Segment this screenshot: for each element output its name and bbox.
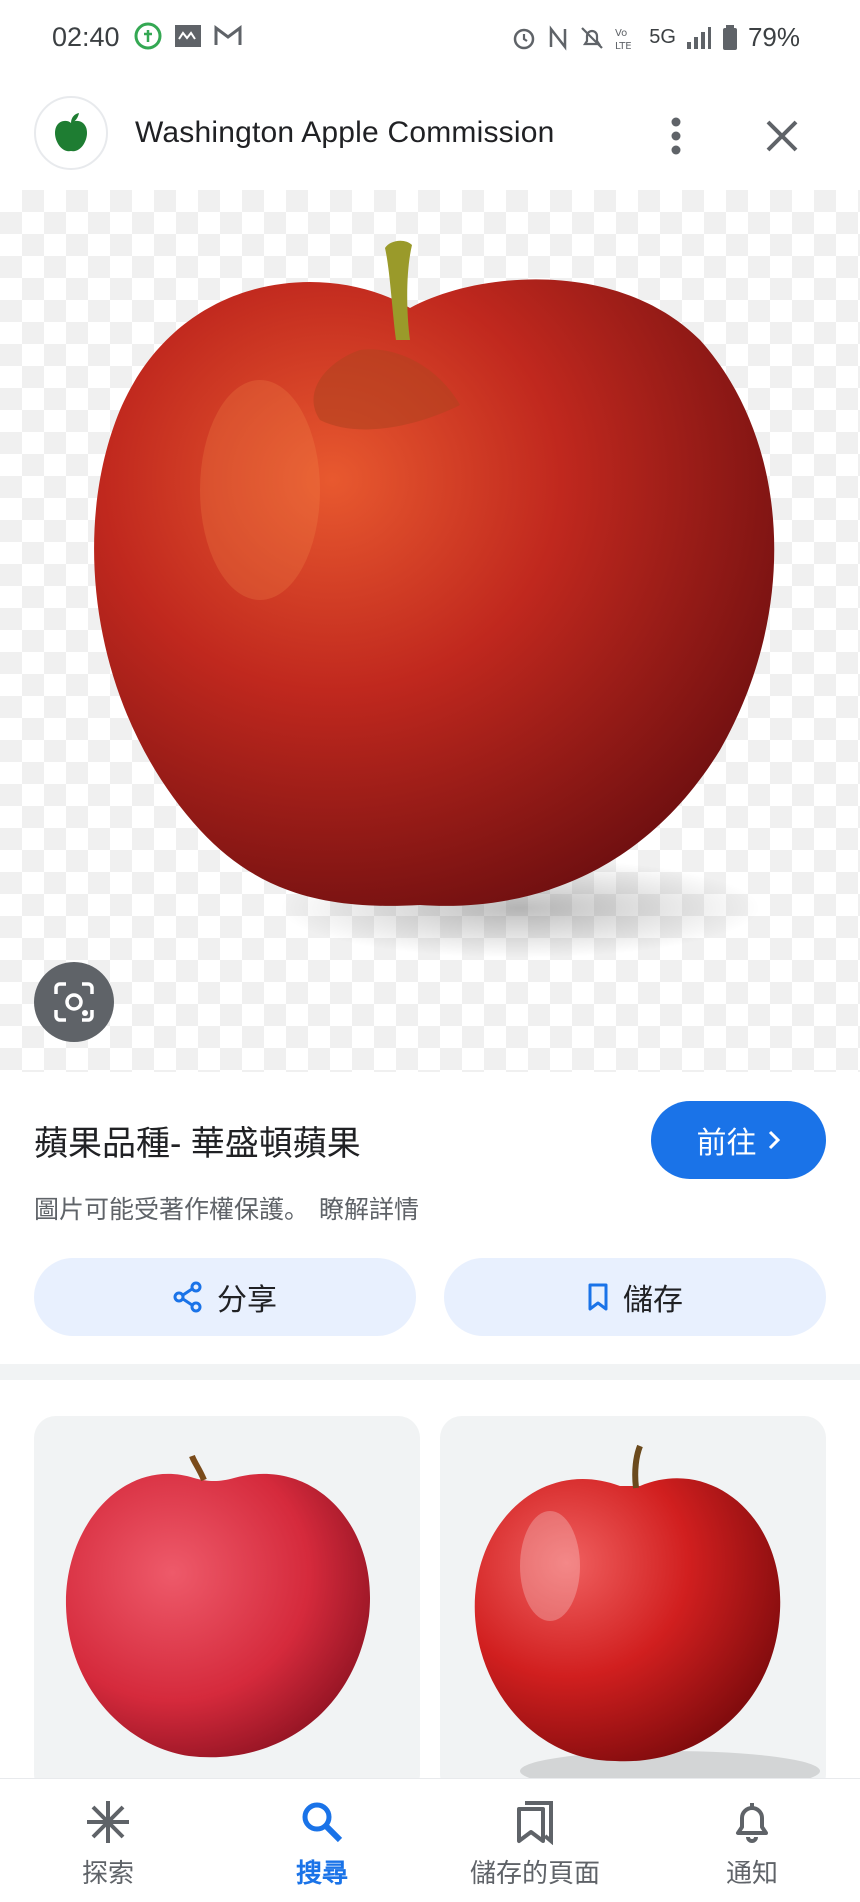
network-type: 5G [649, 26, 676, 48]
apple-thumbnail [474, 1444, 820, 1791]
nav-saved-label: 儲存的頁面 [469, 1858, 600, 1888]
notification-icons [134, 22, 242, 50]
asterisk-icon [87, 1801, 129, 1843]
share-icon [173, 1281, 202, 1313]
status-time: 02:40 [52, 22, 120, 52]
save-label: 儲存 [623, 1284, 683, 1317]
system-status: Vo LTE 5G 79% [511, 22, 800, 53]
image-title: 蘋果品種- 華盛頓蘋果 [34, 1125, 361, 1163]
nav-search[interactable]: 搜尋 [272, 1779, 372, 1902]
status-bar: 02:40 Vo LTE 5G 79% [0, 0, 860, 78]
nav-discover-label: 探索 [81, 1858, 134, 1888]
chevron-right-icon [768, 1130, 780, 1150]
svg-text:Vo: Vo [615, 28, 627, 39]
close-button[interactable] [756, 108, 808, 164]
bookmarks-icon [517, 1801, 553, 1845]
visit-button[interactable]: 前往 [651, 1101, 826, 1179]
nav-notifications[interactable]: 通知 [702, 1779, 802, 1902]
main-image[interactable] [0, 190, 860, 1072]
copyright-text: 圖片可能受著作權保護。 [34, 1196, 310, 1224]
volte-icon: Vo LTE [615, 28, 632, 51]
lens-icon [54, 982, 94, 1022]
nav-search-label: 搜尋 [295, 1858, 348, 1888]
google-lens-button[interactable] [34, 962, 114, 1042]
apple-logo-icon [55, 113, 87, 152]
bell-icon [736, 1803, 768, 1843]
signal-icon [686, 26, 711, 49]
news-icon [175, 25, 201, 47]
bottom-navigation: 探索 搜尋 儲存的頁面 通知 [0, 1778, 860, 1902]
nav-discover[interactable]: 探索 [58, 1779, 158, 1902]
share-button[interactable]: 分享 [34, 1258, 416, 1336]
mute-icon [581, 26, 604, 49]
section-divider [0, 1364, 860, 1380]
more-options-button[interactable] [656, 108, 696, 164]
visit-label: 前往 [696, 1127, 757, 1160]
nav-saved-pages[interactable]: 儲存的頁面 [460, 1779, 610, 1902]
learn-more-link[interactable]: 瞭解詳情 [319, 1196, 419, 1224]
nfc-icon [550, 24, 567, 51]
copyright-notice: 圖片可能受著作權保護。 瞭解詳情 [34, 1190, 419, 1226]
search-icon [302, 1802, 343, 1843]
battery-icon [722, 24, 737, 50]
svg-text:LTE: LTE [615, 41, 632, 51]
gmail-icon [214, 25, 242, 45]
site-name[interactable]: Washington Apple Commission [135, 116, 554, 150]
nav-notifications-label: 通知 [725, 1858, 778, 1888]
site-logo[interactable] [34, 96, 108, 170]
close-icon [766, 120, 798, 152]
apple-thumbnail [65, 1454, 371, 1758]
related-image[interactable] [440, 1416, 826, 1796]
app-notification-icon [134, 22, 162, 50]
related-image[interactable] [34, 1416, 420, 1796]
battery-level: 79% [747, 22, 800, 52]
save-button[interactable]: 儲存 [444, 1258, 826, 1336]
source-header: Washington Apple Commission [0, 90, 860, 186]
more-vert-icon [671, 117, 681, 155]
share-label: 分享 [217, 1284, 277, 1317]
bookmark-icon [588, 1283, 608, 1311]
apple-image [94, 240, 775, 958]
alarm-icon [514, 28, 535, 49]
